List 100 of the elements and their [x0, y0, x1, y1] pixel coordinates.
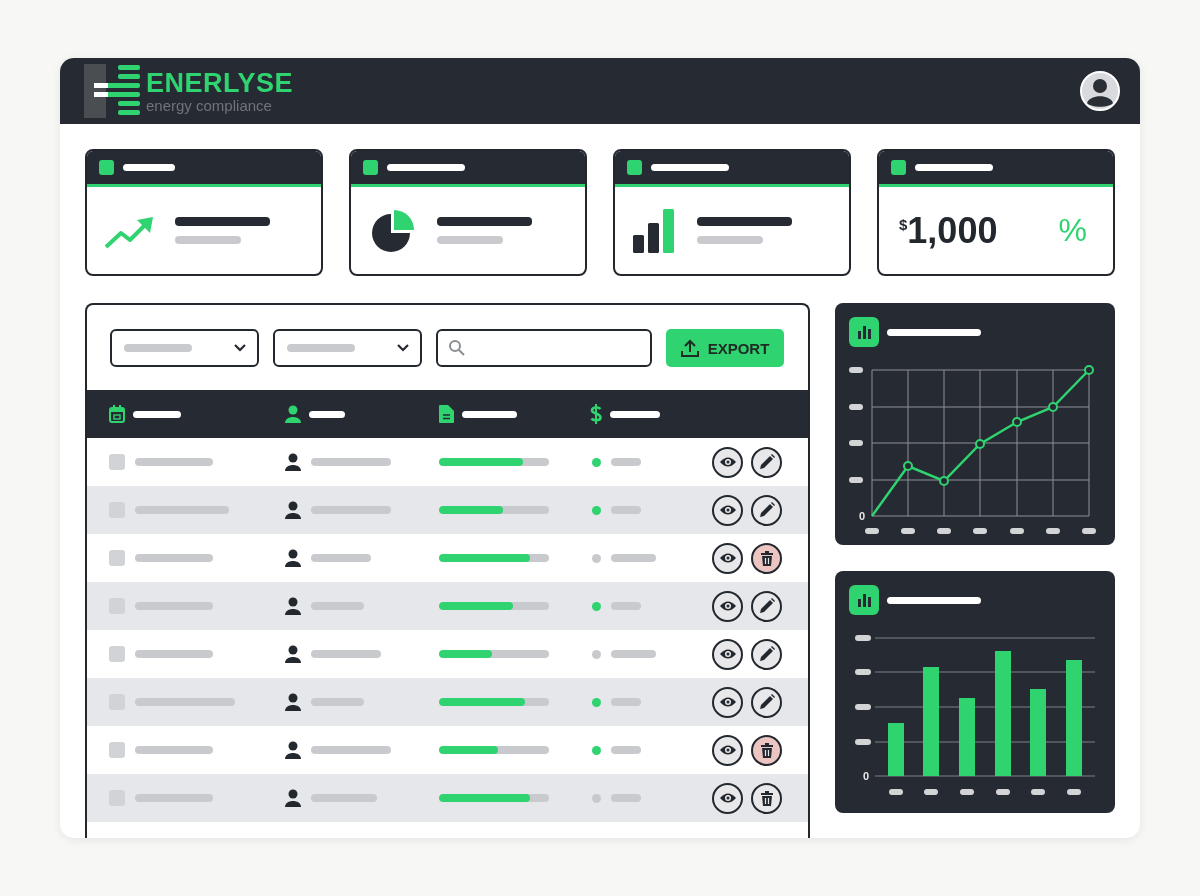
chart-icon — [849, 317, 879, 347]
trash-icon — [758, 741, 775, 759]
calendar-icon — [109, 405, 125, 423]
delete-button[interactable] — [751, 542, 782, 574]
chart-icon — [849, 585, 879, 615]
chart-point — [903, 461, 913, 471]
delete-button[interactable] — [751, 782, 782, 814]
axis-label-placeholder — [855, 669, 871, 675]
chart-point — [1048, 402, 1058, 412]
view-button[interactable] — [712, 494, 743, 526]
chart-point — [1084, 365, 1094, 375]
text-placeholder — [611, 458, 641, 466]
text-placeholder — [311, 698, 364, 706]
view-button[interactable] — [712, 542, 743, 574]
trash-icon — [758, 789, 775, 807]
filter-dropdown[interactable] — [110, 329, 259, 367]
brand-tagline: energy compliance — [146, 97, 273, 113]
text-placeholder — [311, 554, 371, 562]
stat-value: 1,000 — [907, 212, 998, 249]
person-icon — [285, 405, 301, 423]
text-placeholder — [611, 746, 641, 754]
person-icon — [285, 789, 301, 807]
axis-label-placeholder — [960, 789, 974, 795]
pencil-icon — [757, 597, 776, 615]
currency-sign: $ — [899, 215, 908, 233]
document-icon — [439, 405, 454, 423]
row-checkbox[interactable] — [109, 550, 125, 566]
axis-label-placeholder — [901, 528, 915, 534]
trash-icon — [758, 549, 775, 567]
row-checkbox[interactable] — [109, 454, 125, 470]
row-checkbox[interactable] — [109, 646, 125, 662]
axis-label-placeholder — [1082, 528, 1096, 534]
axis-label-placeholder — [849, 367, 863, 373]
edit-button[interactable] — [751, 686, 782, 718]
person-icon — [285, 549, 301, 567]
edit-button[interactable] — [751, 446, 782, 478]
person-icon — [285, 501, 301, 519]
view-button[interactable] — [712, 686, 743, 718]
delete-button[interactable] — [751, 734, 782, 766]
status-square-icon — [891, 160, 906, 175]
view-button[interactable] — [712, 734, 743, 766]
edit-button[interactable] — [751, 638, 782, 670]
column-heading-placeholder — [133, 410, 181, 418]
axis-label-placeholder — [855, 739, 871, 745]
text-placeholder — [124, 344, 192, 352]
avatar-icon[interactable] — [1080, 71, 1120, 111]
chart-bar — [888, 723, 904, 776]
axis-label-placeholder — [996, 789, 1010, 795]
column-heading-placeholder — [462, 410, 517, 418]
person-icon — [285, 645, 301, 663]
search-field[interactable] — [436, 329, 652, 367]
chevron-down-icon — [396, 343, 410, 353]
chart-point — [1012, 417, 1022, 427]
brand-name: ENERLYSE — [146, 69, 294, 97]
filter-dropdown[interactable] — [273, 329, 422, 367]
text-placeholder — [611, 506, 641, 514]
view-button[interactable] — [712, 446, 743, 478]
view-button[interactable] — [712, 590, 743, 622]
status-square-icon — [363, 160, 378, 175]
row-checkbox[interactable] — [109, 742, 125, 758]
axis-label-placeholder — [889, 789, 903, 795]
export-button[interactable]: EXPORT — [666, 329, 784, 367]
chart-point — [939, 476, 949, 486]
axis-label-placeholder — [849, 440, 863, 446]
axis-label-placeholder — [973, 528, 987, 534]
column-heading-placeholder — [309, 410, 345, 418]
axis-label-placeholder — [1046, 528, 1060, 534]
axis-label-placeholder — [924, 789, 938, 795]
bar-chart-icon — [631, 207, 677, 254]
percent-sign: % — [1058, 212, 1087, 249]
person-icon — [285, 453, 301, 471]
axis-label-placeholder — [1031, 789, 1045, 795]
person-icon — [285, 693, 301, 711]
text-placeholder — [175, 236, 241, 244]
column-heading-placeholder — [610, 410, 660, 418]
pencil-icon — [757, 693, 776, 711]
pencil-icon — [757, 453, 776, 471]
chart-point — [975, 439, 985, 449]
status-square-icon — [99, 160, 114, 175]
axis-label: 0 — [858, 510, 865, 522]
edit-button[interactable] — [751, 494, 782, 526]
text-placeholder — [311, 794, 377, 802]
text-placeholder — [311, 650, 381, 658]
dollar-icon — [590, 404, 602, 424]
axis-label-placeholder — [855, 704, 871, 710]
axis-label-placeholder — [1067, 789, 1081, 795]
pencil-icon — [757, 501, 776, 519]
edit-button[interactable] — [751, 590, 782, 622]
text-placeholder — [311, 602, 364, 610]
text-placeholder — [611, 650, 656, 658]
status-square-icon — [627, 160, 642, 175]
pencil-icon — [757, 645, 776, 663]
chevron-down-icon — [233, 343, 247, 353]
view-button[interactable] — [712, 638, 743, 670]
axis-label-placeholder — [865, 528, 879, 534]
title-placeholder — [123, 164, 175, 171]
text-placeholder — [287, 344, 355, 352]
view-button[interactable] — [712, 782, 743, 814]
text-placeholder — [437, 236, 503, 244]
axis-label: 0 — [862, 770, 869, 782]
